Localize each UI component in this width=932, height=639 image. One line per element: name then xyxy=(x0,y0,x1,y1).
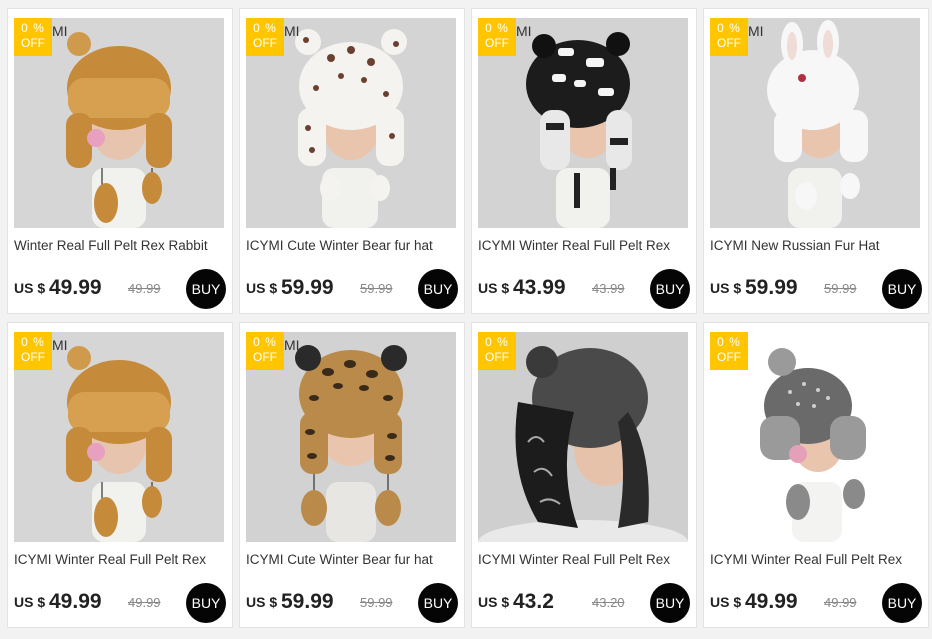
discount-badge: 0 % OFF xyxy=(246,332,284,370)
discount-badge: 0 % OFF xyxy=(478,332,516,370)
discount-off-label: OFF xyxy=(717,36,741,50)
discount-badge: 0 % OFF xyxy=(14,18,52,56)
brand-watermark: MI xyxy=(516,23,532,39)
currency-label: US $ xyxy=(246,280,278,296)
buy-button[interactable]: BUY xyxy=(186,269,226,309)
sale-price: 49.99 xyxy=(49,276,102,299)
brand-watermark: MI xyxy=(284,23,300,39)
discount-off-label: OFF xyxy=(485,36,509,50)
currency-label: US $ xyxy=(246,594,278,610)
discount-percent: 0 % xyxy=(485,21,509,35)
discount-percent: 0 % xyxy=(21,21,45,35)
discount-percent: 0 % xyxy=(485,335,509,349)
currency-label: US $ xyxy=(478,280,510,296)
original-price: 49.99 xyxy=(824,595,857,610)
currency-label: US $ xyxy=(478,594,510,610)
sale-price: 49.99 xyxy=(745,590,798,613)
sale-price: 59.99 xyxy=(281,590,334,613)
brand-watermark: MI xyxy=(52,23,68,39)
price-row: US $ 49.99 49.99 BUY xyxy=(14,269,226,313)
sale-price: 43.2 xyxy=(513,590,554,613)
buy-button[interactable]: BUY xyxy=(650,583,690,623)
discount-badge: 0 % OFF xyxy=(14,332,52,370)
product-title[interactable]: ICYMI New Russian Fur Hat xyxy=(710,238,922,253)
discount-off-label: OFF xyxy=(21,36,45,50)
product-card[interactable]: 0 % OFF MI ICYMI Cute Winter Bear fur ha… xyxy=(239,8,465,314)
price-row: US $ 59.99 59.99 BUY xyxy=(246,269,458,313)
discount-off-label: OFF xyxy=(253,350,277,364)
buy-button[interactable]: BUY xyxy=(186,583,226,623)
product-title[interactable]: ICYMI Cute Winter Bear fur hat xyxy=(246,552,458,567)
price-row: US $ 59.99 59.99 BUY xyxy=(710,269,922,313)
product-title[interactable]: ICYMI Winter Real Full Pelt Rex xyxy=(478,552,690,567)
product-card[interactable]: 0 % OFF MI ICYMI Cute Winter Bear fur ha… xyxy=(239,322,465,628)
currency-label: US $ xyxy=(14,280,46,296)
product-card[interactable]: 0 % OFF MI ICYMI New Russian Fur Hat US … xyxy=(703,8,929,314)
product-grid: 0 % OFF MI Winter Real Full Pelt Rex Rab… xyxy=(7,8,929,628)
buy-button[interactable]: BUY xyxy=(418,269,458,309)
discount-badge: 0 % OFF xyxy=(710,18,748,56)
product-card[interactable]: 0 % OFF MI Winter Real Full Pelt Rex Rab… xyxy=(7,8,233,314)
currency-label: US $ xyxy=(14,594,46,610)
buy-button[interactable]: BUY xyxy=(650,269,690,309)
buy-button[interactable]: BUY xyxy=(882,269,922,309)
product-card[interactable]: 0 % OFF MI ICYMI Winter Real Full Pelt R… xyxy=(7,322,233,628)
product-card[interactable]: 0 % OFF ICYMI Winter Real Full Pelt Rex … xyxy=(703,322,929,628)
discount-percent: 0 % xyxy=(717,335,741,349)
original-price: 59.99 xyxy=(360,281,393,296)
original-price: 43.20 xyxy=(592,595,625,610)
currency-label: US $ xyxy=(710,280,742,296)
discount-off-label: OFF xyxy=(21,350,45,364)
discount-off-label: OFF xyxy=(253,36,277,50)
sale-price: 49.99 xyxy=(49,590,102,613)
discount-percent: 0 % xyxy=(253,21,277,35)
price-row: US $ 59.99 59.99 BUY xyxy=(246,583,458,627)
price-row: US $ 43.2 43.20 BUY xyxy=(478,583,690,627)
product-title[interactable]: ICYMI Winter Real Full Pelt Rex xyxy=(478,238,690,253)
sale-price: 59.99 xyxy=(745,276,798,299)
original-price: 59.99 xyxy=(824,281,857,296)
original-price: 49.99 xyxy=(128,595,161,610)
sale-price: 43.99 xyxy=(513,276,566,299)
discount-badge: 0 % OFF xyxy=(478,18,516,56)
buy-button[interactable]: BUY xyxy=(418,583,458,623)
discount-percent: 0 % xyxy=(253,335,277,349)
price-row: US $ 49.99 49.99 BUY xyxy=(710,583,922,627)
product-title[interactable]: ICYMI Cute Winter Bear fur hat xyxy=(246,238,458,253)
product-title[interactable]: ICYMI Winter Real Full Pelt Rex xyxy=(710,552,922,567)
discount-badge: 0 % OFF xyxy=(246,18,284,56)
price-row: US $ 49.99 49.99 BUY xyxy=(14,583,226,627)
discount-off-label: OFF xyxy=(717,350,741,364)
original-price: 49.99 xyxy=(128,281,161,296)
brand-watermark: MI xyxy=(52,337,68,353)
discount-percent: 0 % xyxy=(21,335,45,349)
discount-percent: 0 % xyxy=(717,21,741,35)
product-card[interactable]: 0 % OFF MI ICYMI Winter Real Full Pelt R… xyxy=(471,8,697,314)
sale-price: 59.99 xyxy=(281,276,334,299)
brand-watermark: MI xyxy=(748,23,764,39)
currency-label: US $ xyxy=(710,594,742,610)
brand-watermark: MI xyxy=(284,337,300,353)
original-price: 43.99 xyxy=(592,281,625,296)
product-title[interactable]: Winter Real Full Pelt Rex Rabbit xyxy=(14,238,226,253)
buy-button[interactable]: BUY xyxy=(882,583,922,623)
product-card[interactable]: 0 % OFF ICYMI Winter Real Full Pelt Rex … xyxy=(471,322,697,628)
discount-badge: 0 % OFF xyxy=(710,332,748,370)
discount-off-label: OFF xyxy=(485,350,509,364)
original-price: 59.99 xyxy=(360,595,393,610)
price-row: US $ 43.99 43.99 BUY xyxy=(478,269,690,313)
product-title[interactable]: ICYMI Winter Real Full Pelt Rex xyxy=(14,552,226,567)
